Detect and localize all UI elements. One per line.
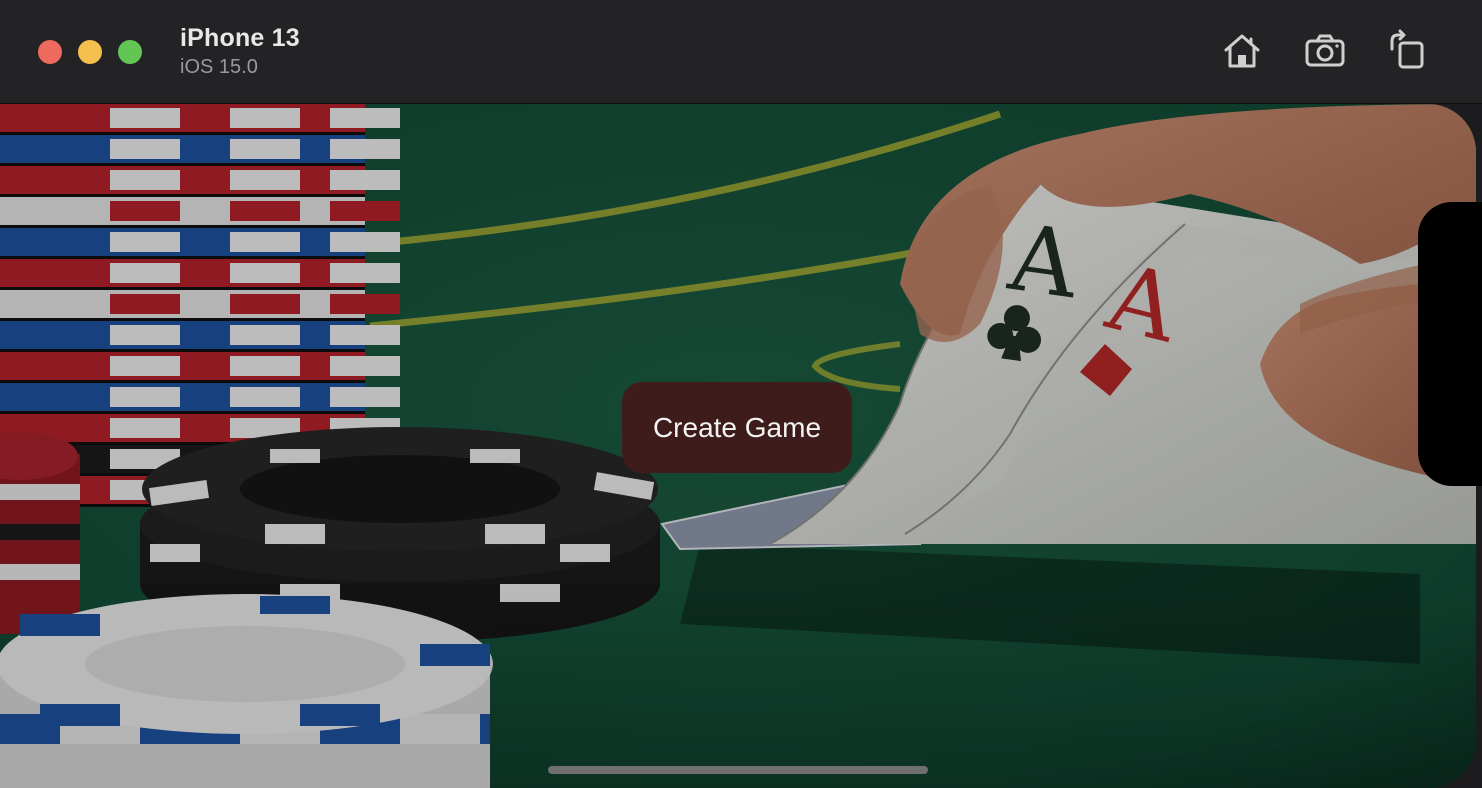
screenshot-button[interactable] [1302, 28, 1348, 74]
create-game-button[interactable]: Create Game [622, 382, 852, 473]
device-name: iPhone 13 [180, 24, 300, 52]
house-icon [1224, 34, 1260, 68]
home-button[interactable] [1219, 28, 1265, 74]
rotate-button[interactable] [1383, 28, 1429, 74]
minimize-window-button[interactable] [78, 40, 102, 64]
camera-icon [1305, 34, 1345, 67]
close-window-button[interactable] [38, 40, 62, 64]
home-indicator[interactable] [548, 766, 928, 774]
zoom-window-button[interactable] [118, 40, 142, 64]
simulator-window: iPhone 13 iOS 15.0 A A Create Game [0, 0, 1482, 788]
title-bar: iPhone 13 iOS 15.0 [0, 0, 1482, 104]
os-version: iOS 15.0 [180, 56, 258, 78]
device-screen: A A Create Game [0, 104, 1476, 788]
rotate-icon [1390, 29, 1424, 69]
device-notch [1418, 202, 1482, 486]
